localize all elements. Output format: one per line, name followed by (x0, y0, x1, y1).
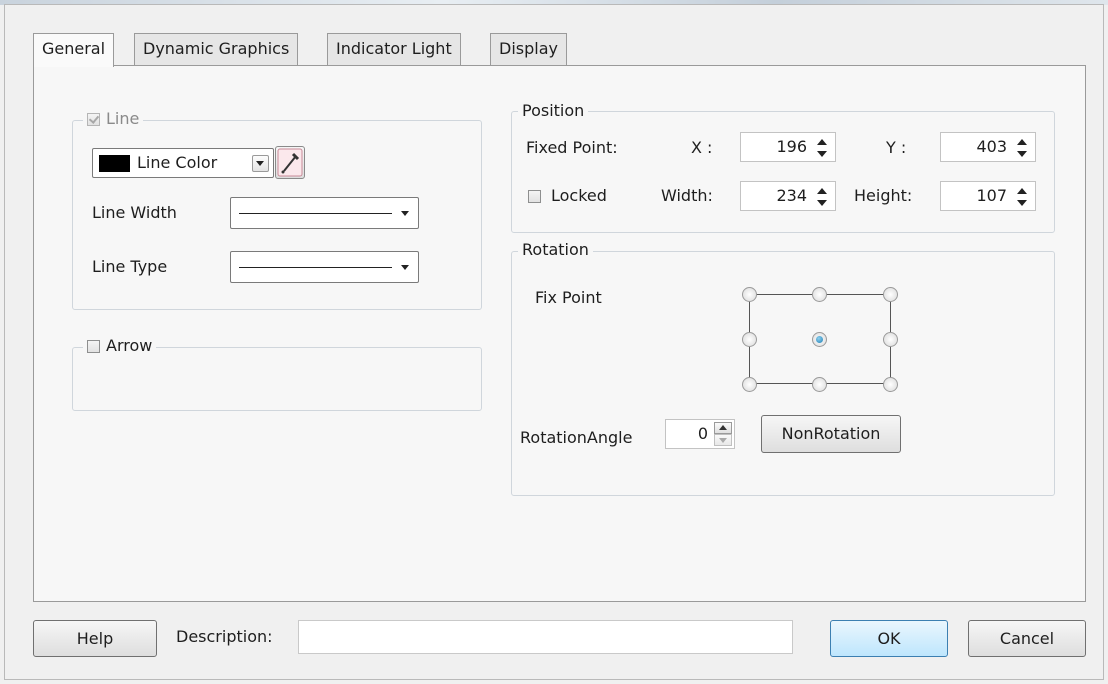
spin-arrows-icon[interactable] (817, 188, 827, 206)
fix-point-bottom-right[interactable] (883, 377, 898, 392)
ok-button[interactable]: OK (830, 620, 948, 657)
spin-up-button[interactable] (714, 422, 732, 434)
fix-point-bottom-left[interactable] (742, 377, 757, 392)
line-type-label: Line Type (92, 257, 168, 276)
line-color-label: Line Color (137, 153, 218, 172)
line-color-swatch (99, 155, 130, 172)
rotation-angle-value: 0 (697, 424, 708, 443)
tab-dynamic-graphics[interactable]: Dynamic Graphics (134, 33, 299, 65)
arrow-group-legend: Arrow (83, 336, 157, 355)
height-label: Height: (854, 186, 913, 205)
general-tab-panel: Line Line Color Line Width Line Type Arr… (33, 65, 1086, 602)
help-button[interactable]: Help (33, 620, 157, 657)
dropdown-arrow-icon (252, 155, 269, 172)
width-value: 234 (776, 186, 807, 205)
arrow-group (72, 347, 482, 411)
color-picker-button[interactable] (275, 146, 305, 179)
fix-point-top-right[interactable] (883, 287, 898, 302)
fix-point-top-center[interactable] (812, 287, 827, 302)
y-label: Y : (886, 138, 907, 157)
fix-point-label: Fix Point (535, 288, 602, 307)
dropdown-arrow-icon (401, 211, 409, 216)
rotation-angle-label: RotationAngle (520, 428, 633, 447)
spin-arrows-icon[interactable] (817, 139, 827, 157)
fix-point-center[interactable] (812, 332, 827, 347)
spin-arrows-icon[interactable] (1017, 188, 1027, 206)
y-spinbox[interactable]: 403 (940, 132, 1036, 162)
tab-general[interactable]: General (33, 33, 115, 67)
line-width-label: Line Width (92, 203, 177, 222)
line-type-dropdown[interactable] (230, 251, 419, 283)
line-checkbox[interactable] (87, 113, 100, 126)
position-legend: Position (518, 102, 589, 120)
fix-point-middle-left[interactable] (742, 332, 757, 347)
spin-arrows-icon[interactable] (1017, 139, 1027, 157)
width-label: Width: (661, 186, 713, 205)
locked-checkbox[interactable] (528, 190, 541, 203)
x-label: X : (691, 138, 713, 157)
width-spinbox[interactable]: 234 (740, 181, 836, 211)
fix-point-middle-right[interactable] (883, 332, 898, 347)
tab-display[interactable]: Display (490, 33, 567, 65)
description-label: Description: (176, 627, 273, 646)
height-value: 107 (976, 186, 1007, 205)
dropdown-arrow-icon (401, 265, 409, 270)
x-spinbox[interactable]: 196 (740, 132, 836, 162)
y-value: 403 (976, 137, 1007, 156)
arrow-label: Arrow (106, 336, 153, 355)
fix-point-bottom-center[interactable] (812, 377, 827, 392)
fix-point-grid (742, 287, 898, 392)
line-color-dropdown[interactable]: Line Color (92, 148, 274, 178)
description-input[interactable] (298, 620, 793, 654)
line-group-legend: Line (83, 109, 144, 128)
fix-point-top-left[interactable] (742, 287, 757, 302)
tab-indicator-light[interactable]: Indicator Light (327, 33, 461, 65)
arrow-checkbox[interactable] (87, 340, 100, 353)
spin-down-button[interactable] (714, 434, 732, 446)
rotation-angle-spinbox[interactable]: 0 (665, 419, 735, 449)
rotation-legend: Rotation (518, 241, 593, 259)
line-label: Line (106, 109, 140, 128)
line-width-dropdown[interactable] (230, 197, 419, 229)
fixed-point-label: Fixed Point: (526, 138, 618, 157)
position-group (511, 111, 1055, 233)
locked-label: Locked (551, 186, 607, 205)
cancel-button[interactable]: Cancel (968, 620, 1086, 657)
x-value: 196 (776, 137, 807, 156)
height-spinbox[interactable]: 107 (940, 181, 1036, 211)
nonrotation-button[interactable]: NonRotation (761, 415, 901, 453)
color-picker-icon (277, 148, 303, 177)
